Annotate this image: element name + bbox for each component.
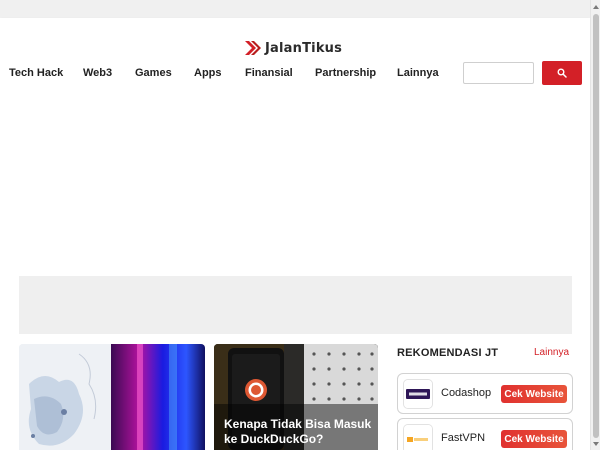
article-title: Kenapa Tidak Bisa Masuk ke DuckDuckGo? (224, 417, 372, 446)
nav-item-tech-hack[interactable]: Tech Hack (9, 67, 63, 79)
cek-website-button[interactable]: Cek Website (501, 385, 567, 403)
search-icon (557, 68, 567, 78)
scrollbar-thumb[interactable] (593, 14, 599, 438)
nav-item-lainnya[interactable]: Lainnya (397, 67, 439, 79)
site-logo[interactable]: JalanTikus (244, 39, 342, 57)
nav-item-apps[interactable]: Apps (194, 67, 222, 79)
cek-website-button[interactable]: Cek Website (501, 430, 567, 448)
recommendation-item[interactable]: Codashop Cek Website (397, 373, 573, 414)
search-input[interactable] (463, 62, 534, 84)
logo-text: JalanTikus (265, 40, 343, 56)
article-card[interactable]: Kenapa Tidak Bisa Masuk ke DuckDuckGo? (214, 344, 378, 450)
search-button[interactable] (542, 61, 582, 85)
scroll-down-icon[interactable] (592, 440, 600, 448)
codashop-logo (403, 379, 433, 409)
article-card[interactable] (19, 344, 205, 450)
recommendation-item[interactable]: FastVPN Cek Website (397, 418, 573, 450)
nav-item-web3[interactable]: Web3 (83, 67, 112, 79)
main-nav: Tech Hack Web3 Games Apps Finansial Part… (0, 64, 450, 84)
ad-placeholder (19, 276, 572, 334)
rekomendasi-more-link[interactable]: Lainnya (534, 347, 569, 358)
recommendation-name: FastVPN (441, 432, 486, 444)
fastvpn-logo (403, 424, 433, 450)
logo-chevron-icon (245, 41, 261, 55)
scroll-up-icon[interactable] (592, 3, 600, 11)
nav-item-partnership[interactable]: Partnership (315, 67, 376, 79)
page-scrollbar[interactable] (590, 0, 600, 450)
nav-item-finansial[interactable]: Finansial (245, 67, 293, 79)
top-strip (0, 0, 590, 18)
rekomendasi-heading: REKOMENDASI JT (397, 347, 499, 359)
article-thumbnail (19, 344, 205, 450)
nav-item-games[interactable]: Games (135, 67, 172, 79)
site-header: JalanTikus Tech Hack Web3 Games Apps Fin… (0, 18, 590, 92)
recommendation-name: Codashop (441, 387, 492, 399)
